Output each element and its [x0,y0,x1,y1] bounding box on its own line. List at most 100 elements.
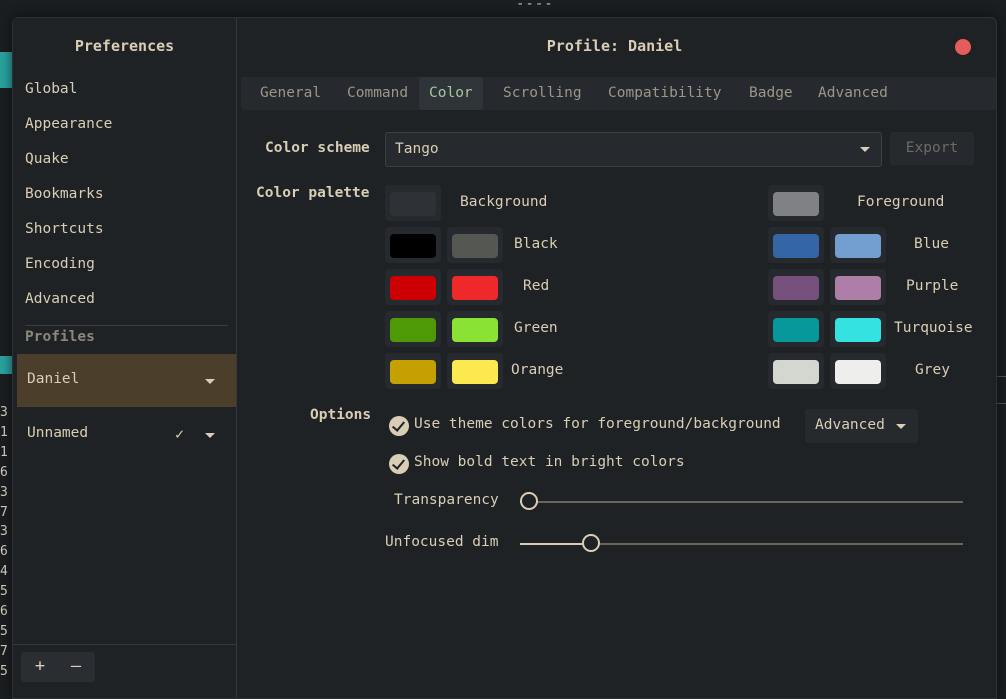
chevron-down-icon [860,147,870,152]
remove-profile-button[interactable]: – [61,656,91,676]
profile-buttons: + – [21,652,95,682]
blue-normal-swatch[interactable] [768,227,824,263]
unfocused-dim-slider[interactable] [520,534,963,552]
black-normal-swatch[interactable] [385,227,441,263]
swatch-fill [773,234,819,258]
add-profile-button[interactable]: + [25,656,55,676]
close-button[interactable] [955,39,971,55]
sidebar-item-quake[interactable]: Quake [25,151,69,167]
grey-color-label: Grey [915,362,950,378]
chevron-down-icon[interactable] [205,379,215,384]
unfocused-dim-label: Unfocused dim [385,534,499,550]
sidebar-item-advanced[interactable]: Advanced [25,291,95,307]
background-color-label: Background [460,194,548,210]
blue-color-label: Blue [914,236,949,252]
red-normal-swatch[interactable] [385,269,441,305]
swatch-fill [452,318,498,342]
transparency-label: Transparency [394,492,499,508]
swatch-fill [835,360,881,384]
tab-bar: General Command Color Scrolling Compatib… [241,77,996,110]
turquoise-normal-swatch[interactable] [768,311,824,347]
profile-name: Unnamed [27,425,89,441]
foreground-color-swatch[interactable] [768,185,824,221]
theme-colors-checkbox[interactable] [389,416,409,436]
swatch-fill [773,318,819,342]
green-normal-swatch[interactable] [385,311,441,347]
red-color-label: Red [523,278,550,294]
transparency-slider[interactable] [520,492,963,510]
profiles-heading: Profiles [25,329,95,345]
background-color-swatch[interactable] [385,185,441,221]
swatch-fill [835,276,881,300]
swatch-fill [390,318,436,342]
swatch-fill [452,276,498,300]
blue-bright-swatch[interactable] [830,227,886,263]
page-title: Profile: Daniel [546,37,683,55]
color-palette-label: Color palette [256,185,370,201]
profile-row-unnamed[interactable]: Unnamed ✓ [17,408,236,461]
sidebar-divider [25,325,228,326]
swatch-fill [390,192,436,216]
black-bright-swatch[interactable] [447,227,503,263]
sidebar-title: Preferences [74,37,175,55]
sidebar-bottom-divider [13,644,236,645]
profile-name: Daniel [27,371,80,387]
green-bright-swatch[interactable] [447,311,503,347]
swatch-fill [452,360,498,384]
options-label: Options [310,407,372,423]
transparency-slider-handle[interactable] [520,492,538,510]
advanced-dropdown-label: Advanced [815,417,885,433]
turquoise-bright-swatch[interactable] [830,311,886,347]
sidebar-item-bookmarks[interactable]: Bookmarks [25,186,104,202]
black-color-label: Black [514,236,558,252]
bold-bright-checkbox[interactable] [389,454,409,474]
profile-row-daniel[interactable]: Daniel [17,354,236,407]
orange-normal-swatch[interactable] [385,353,441,389]
tab-scrolling[interactable]: Scrolling [493,77,592,110]
foreground-color-label: Foreground [857,194,945,210]
tab-general[interactable]: General [250,77,331,110]
swatch-fill [835,318,881,342]
orange-bright-swatch[interactable] [447,353,503,389]
purple-color-label: Purple [906,278,959,294]
swatch-fill [452,234,498,258]
bold-bright-label: Show bold text in bright colors [414,454,685,470]
tab-compatibility[interactable]: Compatibility [598,77,732,110]
terminal-dashes: ---- [516,0,554,12]
tab-advanced[interactable]: Advanced [808,77,898,110]
purple-normal-swatch[interactable] [768,269,824,305]
unfocused-dim-slider-handle[interactable] [582,534,600,552]
checkmark-icon: ✓ [175,425,185,443]
sidebar-item-encoding[interactable]: Encoding [25,256,95,272]
theme-colors-label: Use theme colors for foreground/backgrou… [414,416,781,432]
swatch-fill [390,360,436,384]
chevron-down-icon [896,424,906,429]
swatch-fill [773,192,819,216]
tab-command[interactable]: Command [337,77,418,110]
tab-badge[interactable]: Badge [739,77,803,110]
sidebar-item-appearance[interactable]: Appearance [25,116,112,132]
chevron-down-icon[interactable] [205,433,215,438]
swatch-fill [390,276,436,300]
swatch-fill [835,234,881,258]
unfocused-dim-slider-fill [520,543,591,545]
advanced-dropdown-button[interactable]: Advanced [805,409,918,443]
export-button[interactable]: Export [890,132,974,165]
grey-normal-swatch[interactable] [768,353,824,389]
sidebar-item-shortcuts[interactable]: Shortcuts [25,221,104,237]
grey-bright-swatch[interactable] [830,353,886,389]
preferences-window: Preferences Global Appearance Quake Book… [12,17,997,699]
swatch-fill [773,360,819,384]
swatch-fill [773,276,819,300]
green-color-label: Green [514,320,558,336]
red-bright-swatch[interactable] [447,269,503,305]
sidebar: Preferences Global Appearance Quake Book… [13,18,237,698]
swatch-fill [390,234,436,258]
sidebar-item-global[interactable]: Global [25,81,77,97]
purple-bright-swatch[interactable] [830,269,886,305]
orange-color-label: Orange [511,362,564,378]
tab-color[interactable]: Color [419,77,483,110]
color-scheme-value: Tango [395,141,439,157]
main-panel: Profile: Daniel General Command Color Sc… [237,18,996,698]
color-scheme-select[interactable]: Tango [385,132,882,167]
